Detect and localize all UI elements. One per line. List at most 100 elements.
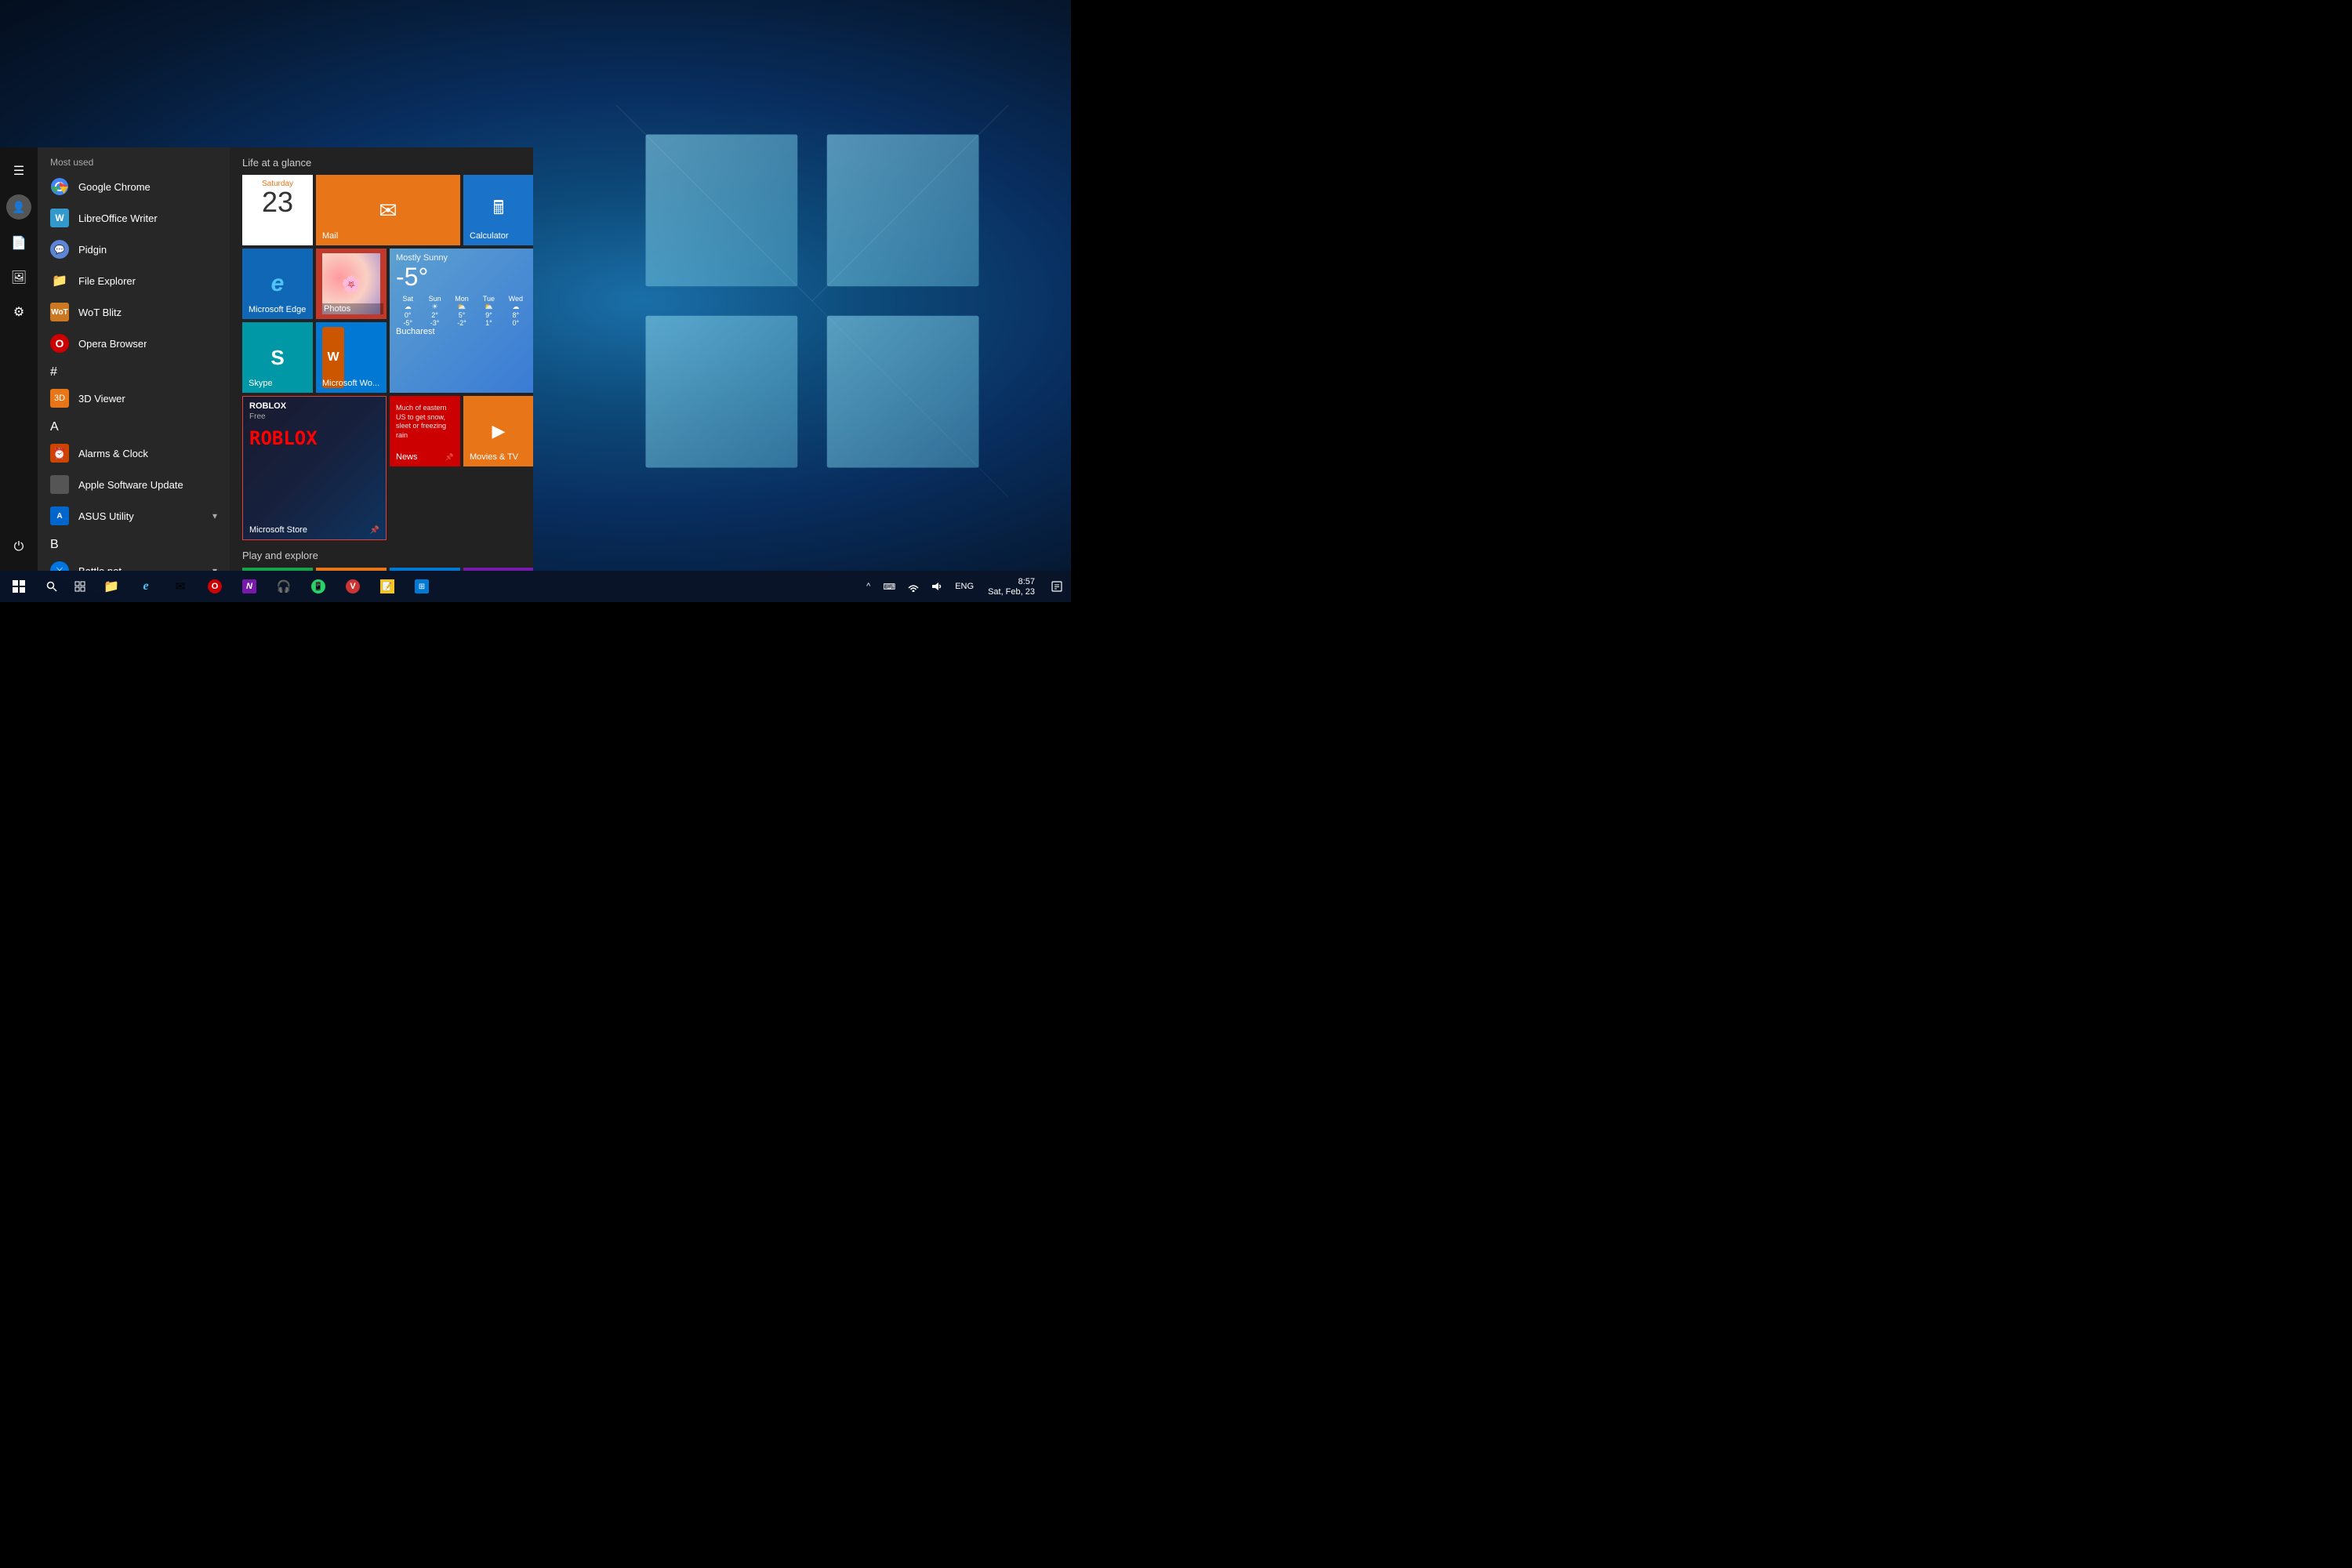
taskbar-vivaldi[interactable]: V — [336, 571, 370, 602]
tile-surface[interactable]: Surface — [390, 568, 460, 571]
asus-label: ASUS Utility — [78, 510, 134, 522]
desktop: ☰ 👤 📄 🖼 ⚙ ⏻ Most used — [0, 0, 1071, 602]
forecast-sun-day: Sun — [429, 295, 441, 303]
weather-temp: -5° — [396, 263, 528, 292]
taskbar-sticky-notes[interactable]: 📝 — [370, 571, 405, 602]
photos-icon[interactable]: 🖼 — [0, 260, 38, 295]
calc-tile-label: Calculator — [470, 231, 531, 241]
weather-city: Bucharest — [396, 327, 528, 336]
taskbar-mail[interactable]: ✉ — [163, 571, 198, 602]
folder-icon: 📁 — [50, 271, 69, 290]
start-menu-sidebar: ☰ 👤 📄 🖼 ⚙ ⏻ — [0, 147, 38, 571]
app-apple-software-update[interactable]: Apple Software Update — [38, 469, 230, 500]
forecast-wed-icon: ☁ — [512, 303, 519, 311]
app-battle-net[interactable]: ⚔ Battle.net ▾ — [38, 555, 230, 571]
forecast-wed-low: 0° — [513, 319, 520, 327]
taskbar-onenote[interactable]: N — [232, 571, 267, 602]
app-google-chrome[interactable]: Google Chrome — [38, 171, 230, 202]
tile-onenote[interactable]: N 1 OneNote — [463, 568, 533, 571]
tile-weather[interactable]: Mostly Sunny -5° Sat ☁ 0° -5° Sun ☀ 2° — [390, 249, 533, 393]
forecast-mon-day: Mon — [455, 295, 469, 303]
taskbar-headphones[interactable]: 🎧 — [267, 571, 301, 602]
hidden-icons-button[interactable]: ^ — [860, 571, 877, 602]
windows-logo — [616, 105, 1008, 497]
tile-ms-edge[interactable]: e Microsoft Edge — [242, 249, 313, 319]
user-avatar[interactable]: 👤 — [6, 194, 31, 220]
forecast-sun-icon: ☀ — [432, 303, 438, 311]
taskbar-edge[interactable]: e — [129, 571, 163, 602]
news-content: Much of eastern US to get snow, sleet or… — [396, 404, 454, 441]
mail-tile-label: Mail — [322, 231, 457, 241]
forecast-tue-icon: ⛅ — [485, 303, 493, 311]
whatsapp-tb-icon: 📱 — [311, 579, 325, 593]
chrome-icon — [50, 177, 69, 196]
app-3d-viewer[interactable]: 3D 3D Viewer — [38, 383, 230, 414]
app-wot-blitz[interactable]: WoT WoT Blitz — [38, 296, 230, 328]
taskbar-file-explorer[interactable]: 📁 — [94, 571, 129, 602]
tile-skype[interactable]: S Skype — [242, 322, 313, 393]
news-label: News — [396, 452, 418, 462]
hamburger-menu-icon[interactable]: ☰ — [0, 154, 38, 188]
touch-keyboard-icon[interactable]: ⌨ — [877, 571, 902, 602]
writer-icon: W — [50, 209, 69, 227]
forecast-wed-high: 8° — [513, 311, 520, 319]
movies-tile-label: Movies & TV — [470, 452, 531, 462]
tile-news[interactable]: Much of eastern US to get snow, sleet or… — [390, 396, 460, 466]
tile-mail[interactable]: ✉ Mail — [316, 175, 460, 245]
taskbar-search[interactable] — [38, 571, 66, 602]
store-label: Microsoft Store — [249, 525, 307, 535]
app-libreoffice-writer[interactable]: W LibreOffice Writer — [38, 202, 230, 234]
chrome-label: Google Chrome — [78, 181, 151, 193]
opera-label: Opera Browser — [78, 338, 147, 350]
start-button[interactable] — [0, 571, 38, 602]
word-tile-label: Microsoft Wo... — [322, 379, 383, 388]
tile-calculator[interactable]: 🖩 Calculator — [463, 175, 533, 245]
tile-calendar[interactable]: Saturday 23 — [242, 175, 313, 245]
life-section-title: Life at a glance — [242, 157, 521, 169]
app-alarms-clock[interactable]: ⏰ Alarms & Clock — [38, 437, 230, 469]
extra-tb-icon: ⊞ — [415, 579, 429, 593]
app-pidgin[interactable]: 💬 Pidgin — [38, 234, 230, 265]
forecast-sun-high: 2° — [431, 311, 438, 319]
hash-section-label: # — [38, 362, 230, 383]
weather-condition: Mostly Sunny — [396, 253, 528, 263]
battle-icon: ⚔ — [50, 561, 69, 571]
asus-expand-icon: ▾ — [212, 510, 217, 521]
edge-tile-label: Microsoft Edge — [249, 305, 310, 314]
taskbar-extra[interactable]: ⊞ — [405, 571, 439, 602]
network-icon[interactable] — [902, 571, 925, 602]
task-view-button[interactable] — [66, 571, 94, 602]
wot-label: WoT Blitz — [78, 307, 122, 318]
tile-movies-tv[interactable]: ▶ Movies & TV — [463, 396, 533, 466]
tile-photos[interactable]: 🌸 Photos — [316, 249, 387, 319]
clock-date: Sat, Feb, 23 — [988, 587, 1035, 597]
roblox-subtitle: Free — [249, 412, 379, 421]
tile-ms-word[interactable]: W Microsoft Wo... — [316, 322, 387, 393]
forecast-sun-low: -3° — [430, 319, 440, 327]
tile-xbox[interactable]: Xbox — [242, 568, 313, 571]
taskbar-opera[interactable]: O — [198, 571, 232, 602]
forecast-tue-low: 1° — [485, 319, 492, 327]
power-icon[interactable]: ⏻ — [0, 530, 38, 564]
taskbar-clock[interactable]: 8:57 Sat, Feb, 23 — [980, 571, 1043, 602]
vivaldi-tb-icon: V — [346, 579, 360, 593]
volume-icon[interactable] — [925, 571, 949, 602]
forecast-wed: Wed ☁ 8° 0° — [504, 295, 528, 327]
photos-tile-label: Photos — [322, 303, 383, 314]
language-indicator[interactable]: ENG — [949, 571, 980, 602]
forecast-sat: Sat ☁ 0° -5° — [396, 295, 419, 327]
settings-icon[interactable]: ⚙ — [0, 295, 38, 329]
taskbar-apps: 📁 e ✉ O N 🎧 📱 V 📝 — [94, 571, 860, 602]
tile-ms-store[interactable]: ROBLOX Free ROBLOX Microsoft Store 📌 — [242, 396, 387, 540]
notification-center-icon[interactable] — [1043, 571, 1071, 602]
file-explorer-label: File Explorer — [78, 275, 136, 287]
app-asus-utility[interactable]: A ASUS Utility ▾ — [38, 500, 230, 532]
pidgin-icon: 💬 — [50, 240, 69, 259]
3d-label: 3D Viewer — [78, 393, 125, 405]
app-opera-browser[interactable]: O Opera Browser — [38, 328, 230, 359]
tile-groove-music[interactable]: Groove Music — [316, 568, 387, 571]
app-file-explorer[interactable]: 📁 File Explorer — [38, 265, 230, 296]
forecast-sat-high: 0° — [405, 311, 412, 319]
taskbar-whatsapp[interactable]: 📱 — [301, 571, 336, 602]
document-icon[interactable]: 📄 — [0, 226, 38, 260]
